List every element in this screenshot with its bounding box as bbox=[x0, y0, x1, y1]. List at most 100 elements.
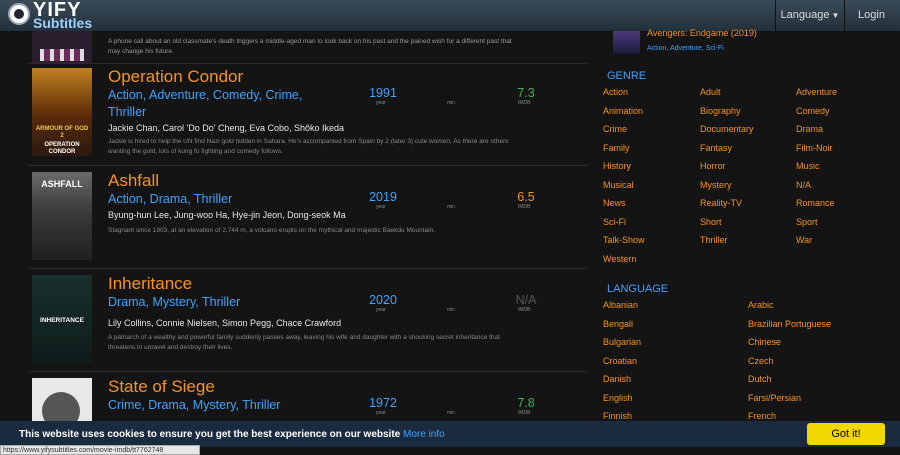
movie-genres[interactable]: Drama, Mystery, Thriller bbox=[108, 294, 328, 311]
poster-caption: OPERATION CONDOR bbox=[44, 142, 80, 155]
genre-link[interactable]: Sport bbox=[796, 217, 818, 227]
movie-year: 2019 bbox=[369, 190, 397, 204]
genre-link[interactable]: Family bbox=[603, 143, 630, 153]
login-link[interactable]: Login bbox=[843, 0, 900, 31]
genre-link[interactable]: Comedy bbox=[796, 106, 830, 116]
year-label: year bbox=[376, 307, 386, 313]
language-link[interactable]: Czech bbox=[748, 356, 774, 366]
genre-link[interactable]: Thriller bbox=[700, 235, 728, 245]
genre-link[interactable]: Adventure bbox=[796, 87, 837, 97]
imdb-label: IMDB bbox=[518, 100, 531, 106]
language-link[interactable]: Dutch bbox=[748, 374, 772, 384]
language-dropdown-label: Language bbox=[780, 9, 830, 21]
year-label: year bbox=[376, 410, 386, 416]
imdb-rating: 7.3 bbox=[517, 86, 535, 100]
movie-description: Jackie is hired to help the UN find Nazi… bbox=[108, 138, 509, 155]
featured-movie-title[interactable]: Avengers: Endgame (2019) bbox=[647, 28, 757, 38]
genre-link[interactable]: Horror bbox=[700, 161, 726, 171]
genre-link[interactable]: Western bbox=[603, 254, 636, 264]
movie-title[interactable]: Operation Condor bbox=[108, 67, 243, 87]
sidebar: Avengers: Endgame (2019) Action, Adventu… bbox=[603, 28, 900, 421]
logo-icon bbox=[8, 3, 30, 25]
imdb-label: IMDB bbox=[518, 410, 531, 416]
runtime-label: min bbox=[447, 204, 456, 210]
movie-description: A patriarch of a wealthy and powerful fa… bbox=[108, 334, 500, 351]
genre-link[interactable]: Music bbox=[796, 161, 820, 171]
genre-link[interactable]: Crime bbox=[603, 124, 627, 134]
genre-link[interactable]: Film-Noir bbox=[796, 143, 833, 153]
featured-movie-thumbnail[interactable] bbox=[613, 31, 640, 54]
imdb-label: IMDB bbox=[518, 204, 531, 210]
movie-title[interactable]: Ashfall bbox=[108, 171, 159, 191]
language-link[interactable]: Danish bbox=[603, 374, 631, 384]
movie-item[interactable]: INHERITANCE Inheritance Drama, Mystery, … bbox=[28, 269, 588, 372]
poster-art bbox=[40, 49, 84, 61]
poster-caption: ARMOUR OF GOD 2 bbox=[35, 126, 89, 139]
language-link[interactable]: Albanian bbox=[603, 300, 638, 310]
status-bar-url: https://www.yifysubtitles.com/movie-imdb… bbox=[0, 445, 200, 455]
movie-item[interactable]: A phone call about an old classmate's de… bbox=[28, 31, 588, 64]
language-link[interactable]: Bulgarian bbox=[603, 337, 641, 347]
genre-link[interactable]: Mystery bbox=[700, 180, 732, 190]
genre-link[interactable]: War bbox=[796, 235, 812, 245]
genre-link[interactable]: History bbox=[603, 161, 631, 171]
genre-link[interactable]: Reality-TV bbox=[700, 198, 742, 208]
movie-genres[interactable]: Crime, Drama, Mystery, Thriller bbox=[108, 397, 368, 414]
movie-year: 1991 bbox=[369, 86, 397, 100]
cookie-text: This website uses cookies to ensure you … bbox=[19, 429, 401, 440]
movie-cast: Jackie Chan, Carol 'Do Do' Cheng, Eva Co… bbox=[108, 123, 345, 133]
year-label: year bbox=[376, 100, 386, 106]
movie-genres[interactable]: Action, Drama, Thriller bbox=[108, 191, 328, 208]
cookie-more-info-link[interactable]: More info bbox=[403, 429, 445, 440]
genre-link[interactable]: Biography bbox=[700, 106, 741, 116]
genre-link[interactable]: N/A bbox=[796, 180, 811, 190]
movie-item[interactable]: State of Siege Crime, Drama, Mystery, Th… bbox=[28, 372, 588, 421]
logo-sub-text: Subtitles bbox=[33, 15, 93, 31]
site-logo[interactable]: YIFY Subtitles bbox=[8, 0, 128, 31]
runtime-label: min bbox=[447, 410, 456, 416]
cookie-accept-button[interactable]: Got it! bbox=[807, 423, 885, 445]
language-link[interactable]: English bbox=[603, 393, 633, 403]
movie-poster[interactable] bbox=[32, 378, 92, 421]
cookie-banner: This website uses cookies to ensure you … bbox=[0, 421, 900, 447]
movie-description: Stagnant since 1903, at an elevation of … bbox=[108, 227, 436, 234]
top-navbar: YIFY Subtitles Language ▼ Login bbox=[0, 0, 900, 32]
language-link[interactable]: French bbox=[748, 411, 776, 421]
language-link[interactable]: Arabic bbox=[748, 300, 774, 310]
genre-link[interactable]: News bbox=[603, 198, 626, 208]
language-link[interactable]: Brazilian Portuguese bbox=[748, 319, 831, 329]
language-link[interactable]: Chinese bbox=[748, 337, 781, 347]
movie-poster[interactable]: INHERITANCE bbox=[32, 275, 92, 363]
runtime-label: min bbox=[447, 307, 456, 313]
movie-poster[interactable] bbox=[32, 31, 92, 63]
movie-genres[interactable]: Action, Adventure, Comedy, Crime, Thrill… bbox=[108, 87, 328, 121]
genre-link[interactable]: Adult bbox=[700, 87, 721, 97]
language-link[interactable]: Croatian bbox=[603, 356, 637, 366]
movie-cast: Byung-hun Lee, Jung-woo Ha, Hye-jin Jeon… bbox=[108, 210, 346, 220]
language-link[interactable]: Farsi/Persian bbox=[748, 393, 801, 403]
movie-poster[interactable]: ASHFALL bbox=[32, 172, 92, 260]
genre-link[interactable]: Action bbox=[603, 87, 628, 97]
movie-poster[interactable]: ARMOUR OF GOD 2 OPERATION CONDOR bbox=[32, 68, 92, 156]
genre-link[interactable]: Drama bbox=[796, 124, 823, 134]
genre-link[interactable]: Musical bbox=[603, 180, 634, 190]
movie-title[interactable]: State of Siege bbox=[108, 377, 215, 397]
genre-link[interactable]: Fantasy bbox=[700, 143, 732, 153]
genre-link[interactable]: Romance bbox=[796, 198, 835, 208]
genre-link[interactable]: Short bbox=[700, 217, 722, 227]
movie-item[interactable]: ASHFALL Ashfall Action, Drama, Thriller … bbox=[28, 166, 588, 269]
language-dropdown[interactable]: Language ▼ bbox=[775, 0, 845, 31]
movie-title[interactable]: Inheritance bbox=[108, 274, 192, 294]
caret-down-icon: ▼ bbox=[831, 11, 840, 20]
genre-link[interactable]: Documentary bbox=[700, 124, 754, 134]
featured-movie-genres[interactable]: Action, Adventure, Sci-Fi bbox=[647, 45, 724, 52]
genre-link[interactable]: Sci-Fi bbox=[603, 217, 626, 227]
genre-link[interactable]: Talk-Show bbox=[603, 235, 645, 245]
movie-cast: Lily Collins, Connie Nielsen, Simon Pegg… bbox=[108, 318, 342, 328]
imdb-rating: 6.5 bbox=[517, 190, 535, 204]
language-link[interactable]: Finnish bbox=[603, 411, 632, 421]
language-link[interactable]: Bengali bbox=[603, 319, 633, 329]
cookie-message: This website uses cookies to ensure you … bbox=[19, 429, 445, 440]
genre-link[interactable]: Animation bbox=[603, 106, 643, 116]
movie-item[interactable]: ARMOUR OF GOD 2 OPERATION CONDOR Operati… bbox=[28, 63, 588, 166]
